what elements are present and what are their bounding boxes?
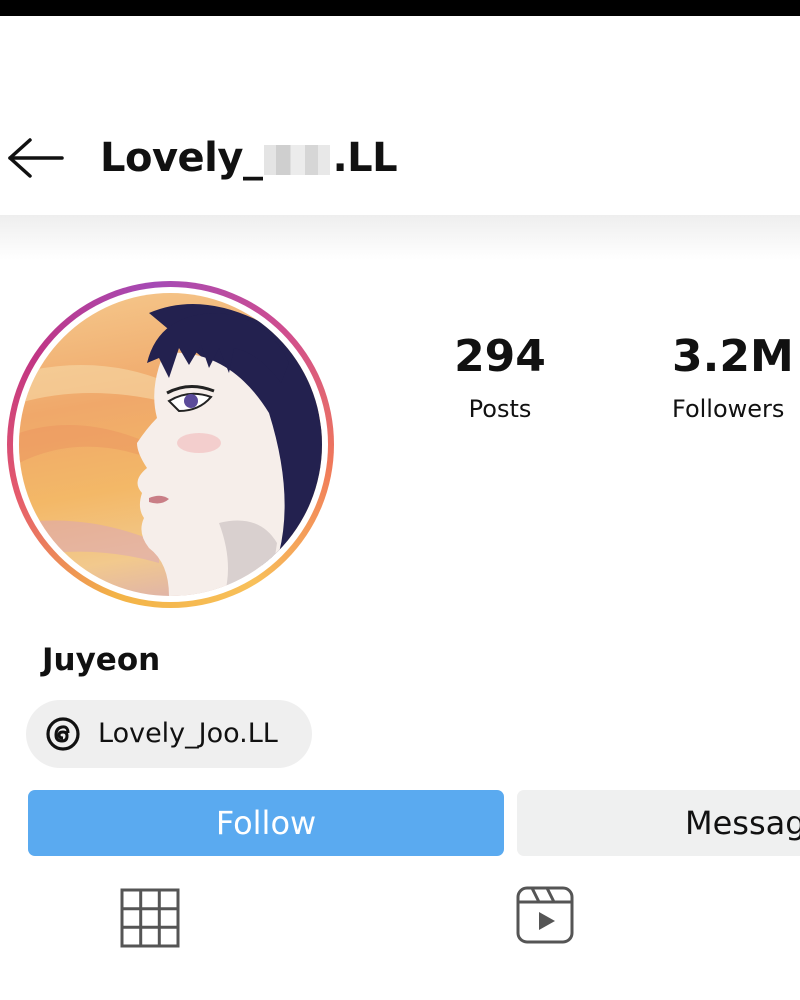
message-button-label: Messag bbox=[685, 804, 800, 842]
username-prefix: Lovely_ bbox=[100, 135, 263, 181]
redacted-username-blur bbox=[264, 145, 331, 175]
posts-stat[interactable]: 294 Posts bbox=[430, 330, 570, 424]
followers-count: 3.2M bbox=[672, 331, 794, 382]
followers-stat[interactable]: 3.2M Followers bbox=[672, 330, 800, 424]
followers-label: Followers bbox=[672, 395, 785, 423]
avatar-illustration bbox=[19, 293, 322, 596]
reels-icon bbox=[516, 886, 574, 944]
follow-button[interactable]: Follow bbox=[28, 790, 504, 856]
arrow-left-icon bbox=[8, 138, 64, 178]
posts-label: Posts bbox=[468, 395, 532, 423]
back-button[interactable] bbox=[6, 136, 66, 180]
header-divider bbox=[0, 215, 800, 260]
tab-posts-grid[interactable] bbox=[119, 887, 181, 949]
tab-reels[interactable] bbox=[514, 884, 576, 946]
status-bar bbox=[0, 0, 800, 16]
threads-handle: Lovely_Joo.LL bbox=[98, 718, 278, 749]
threads-badge[interactable]: Lovely_Joo.LL bbox=[26, 700, 312, 768]
grid-icon bbox=[120, 888, 180, 948]
page-title: Lovely_ .LL bbox=[100, 130, 398, 186]
avatar[interactable] bbox=[7, 281, 334, 608]
username-suffix: .LL bbox=[332, 135, 398, 181]
threads-icon bbox=[46, 717, 80, 751]
display-name: Juyeon bbox=[42, 642, 161, 678]
profile-header: Lovely_ .LL bbox=[0, 100, 800, 215]
message-button[interactable]: Messag bbox=[517, 790, 800, 856]
anime-portrait-image bbox=[19, 304, 322, 596]
posts-count: 294 bbox=[454, 331, 546, 382]
